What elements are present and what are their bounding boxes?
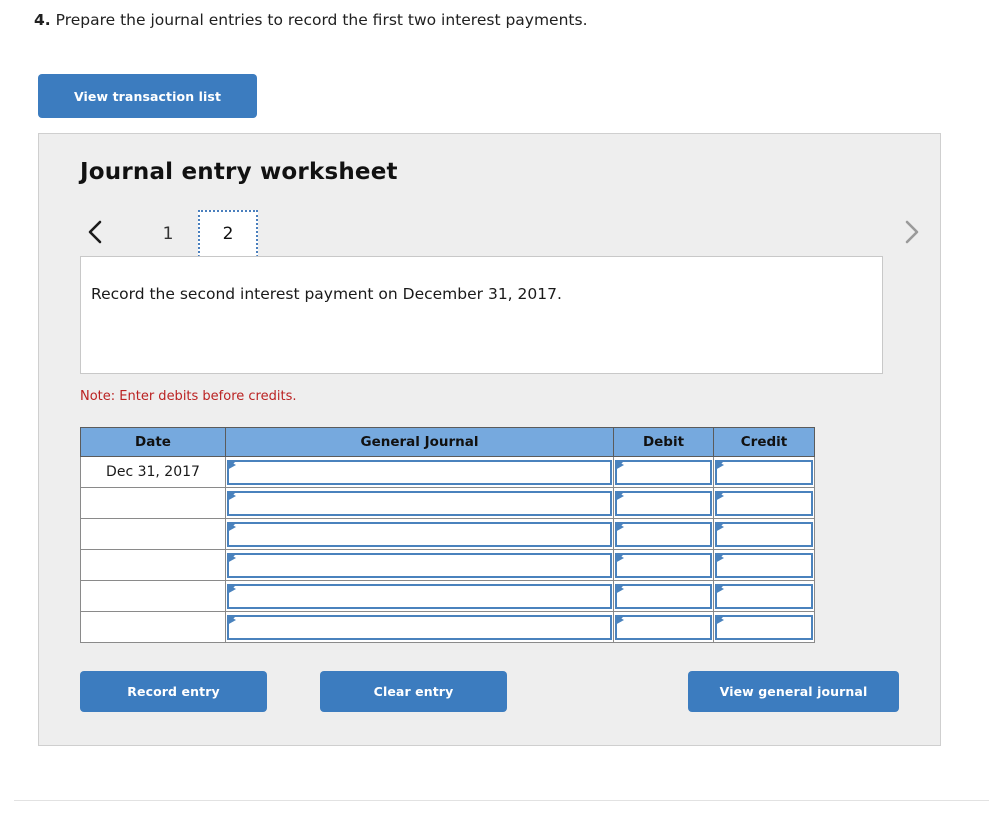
credit-cell — [713, 580, 815, 612]
column-header-date: Date — [80, 427, 226, 457]
journal-entry-table: Date General Journal Debit Credit Dec 31… — [80, 427, 815, 643]
date-cell[interactable] — [80, 487, 226, 519]
general-journal-cell — [225, 549, 614, 581]
view-transaction-list-button[interactable]: View transaction list — [38, 74, 257, 118]
general-journal-input[interactable] — [227, 583, 612, 609]
instruction-text: Record the second interest payment on De… — [91, 285, 562, 303]
credit-input[interactable] — [715, 583, 813, 609]
table-row — [80, 580, 815, 612]
credit-cell — [713, 456, 815, 488]
table-row — [80, 611, 815, 643]
debit-input[interactable] — [615, 521, 712, 547]
column-header-credit: Credit — [713, 427, 815, 457]
worksheet-tabs: 1 2 — [138, 208, 258, 257]
date-cell[interactable]: Dec 31, 2017 — [80, 456, 226, 488]
table-header-row: Date General Journal Debit Credit — [80, 427, 815, 457]
chevron-left-icon[interactable] — [80, 212, 110, 252]
general-journal-cell — [225, 487, 614, 519]
question-number: 4. — [34, 11, 51, 29]
view-general-journal-button[interactable]: View general journal — [688, 671, 899, 712]
general-journal-cell — [225, 456, 614, 488]
debit-input[interactable] — [615, 490, 712, 516]
worksheet-panel: Journal entry worksheet 1 2 Record the s… — [38, 133, 941, 746]
worksheet-tab-1[interactable]: 1 — [138, 210, 198, 257]
date-cell[interactable] — [80, 549, 226, 581]
worksheet-tab-2[interactable]: 2 — [198, 210, 258, 257]
worksheet-tab-1-label: 1 — [162, 223, 174, 244]
debits-before-credits-note: Note: Enter debits before credits. — [80, 389, 297, 404]
debit-cell — [613, 518, 714, 550]
table-row — [80, 549, 815, 581]
debit-cell — [613, 611, 714, 643]
debit-input[interactable] — [615, 552, 712, 578]
page-divider — [14, 800, 989, 801]
date-cell[interactable] — [80, 611, 226, 643]
clear-entry-button[interactable]: Clear entry — [320, 671, 507, 712]
credit-input[interactable] — [715, 521, 813, 547]
general-journal-input[interactable] — [227, 614, 612, 640]
debit-input[interactable] — [615, 614, 712, 640]
table-row — [80, 487, 815, 519]
general-journal-input[interactable] — [227, 552, 612, 578]
general-journal-input[interactable] — [227, 521, 612, 547]
general-journal-input[interactable] — [227, 459, 612, 485]
chevron-right-icon[interactable] — [895, 212, 925, 252]
credit-cell — [713, 611, 815, 643]
date-cell[interactable] — [80, 580, 226, 612]
debit-input[interactable] — [615, 583, 712, 609]
debit-cell — [613, 487, 714, 519]
credit-input[interactable] — [715, 459, 813, 485]
credit-cell — [713, 549, 815, 581]
general-journal-cell — [225, 580, 614, 612]
question-body: Prepare the journal entries to record th… — [55, 11, 588, 29]
instruction-box — [80, 256, 883, 374]
worksheet-tab-2-label: 2 — [222, 223, 234, 244]
column-header-general-journal: General Journal — [225, 427, 614, 457]
worksheet-tabstrip: 1 2 — [80, 208, 925, 257]
table-row: Dec 31, 2017 — [80, 456, 815, 488]
credit-input[interactable] — [715, 614, 813, 640]
general-journal-cell — [225, 518, 614, 550]
credit-cell — [713, 518, 815, 550]
table-row — [80, 518, 815, 550]
record-entry-button[interactable]: Record entry — [80, 671, 267, 712]
column-header-debit: Debit — [613, 427, 714, 457]
credit-input[interactable] — [715, 552, 813, 578]
page-title: Journal entry worksheet — [80, 159, 398, 185]
question-text: 4. Prepare the journal entries to record… — [34, 9, 588, 31]
general-journal-input[interactable] — [227, 490, 612, 516]
credit-input[interactable] — [715, 490, 813, 516]
debit-cell — [613, 456, 714, 488]
debit-input[interactable] — [615, 459, 712, 485]
debit-cell — [613, 549, 714, 581]
credit-cell — [713, 487, 815, 519]
general-journal-cell — [225, 611, 614, 643]
date-cell[interactable] — [80, 518, 226, 550]
debit-cell — [613, 580, 714, 612]
